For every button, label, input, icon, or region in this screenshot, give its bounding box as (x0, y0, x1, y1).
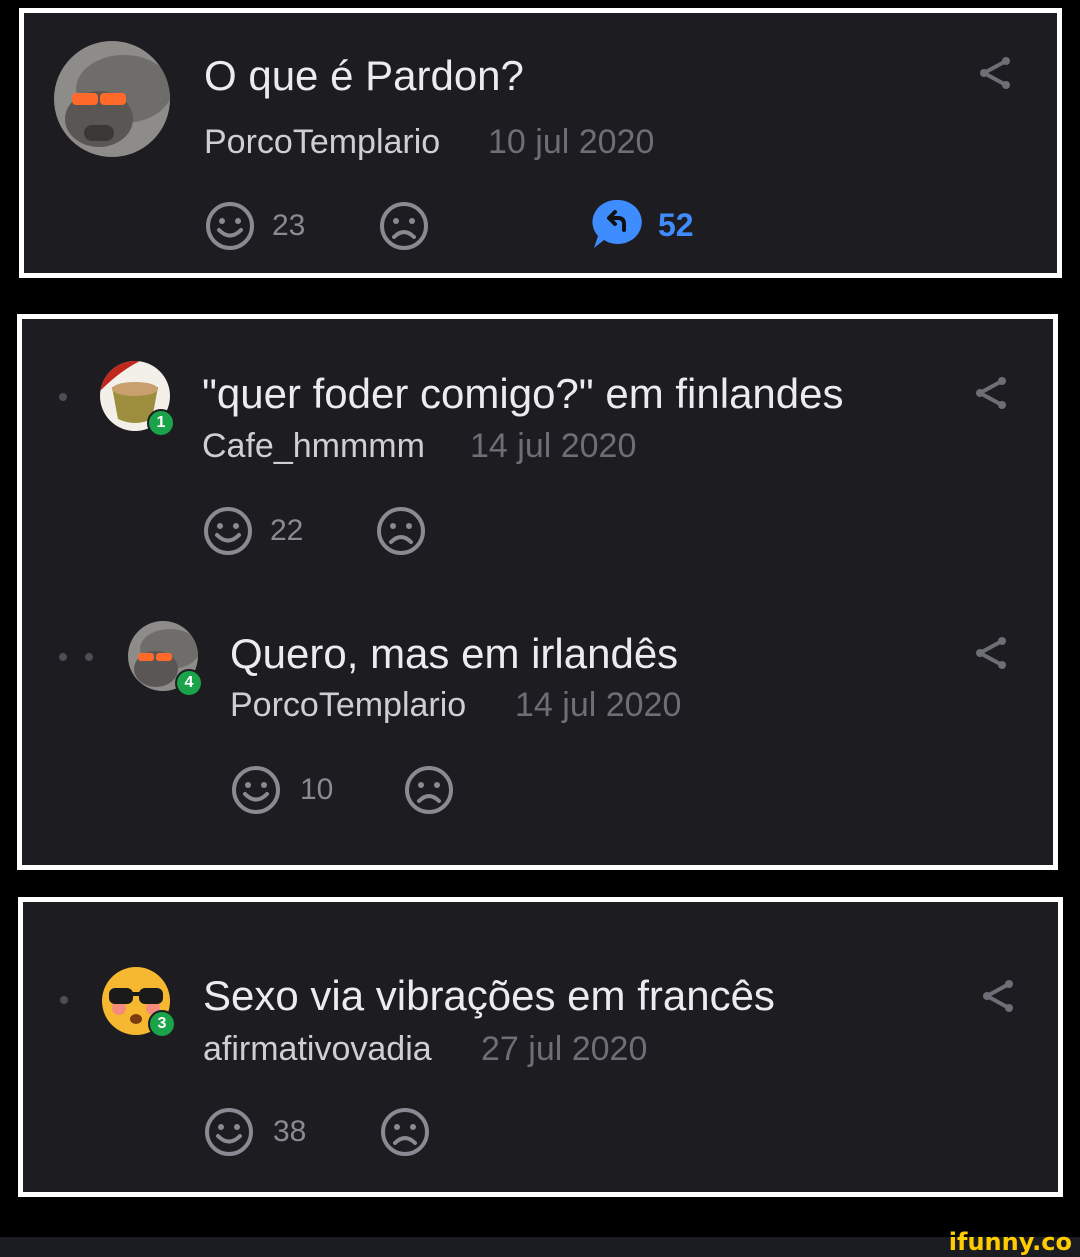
author-name[interactable]: afirmativovadia (203, 1032, 432, 1066)
comment-date: 10 jul 2020 (488, 123, 655, 161)
reply-icon[interactable] (590, 196, 646, 252)
comment-date: 14 jul 2020 (515, 686, 682, 724)
thread-depth-dot (60, 996, 68, 1004)
like-count: 38 (273, 1115, 307, 1148)
comment-date: 14 jul 2020 (470, 427, 637, 465)
comment-title: O que é Pardon? (204, 52, 524, 99)
comment-thread-card: 1 "quer foder comigo?" em finlandes Cafe… (17, 314, 1058, 870)
author-name[interactable]: Cafe_hmmmm (202, 429, 425, 463)
comment-date: 27 jul 2020 (481, 1030, 648, 1068)
comment-title: Sexo via vibrações em francês (203, 972, 775, 1019)
share-icon[interactable] (972, 373, 1012, 413)
comment-title: Quero, mas em irlandês (230, 630, 679, 677)
share-icon[interactable] (976, 53, 1016, 93)
ifunny-watermark: ifunny.co (948, 1228, 1072, 1256)
frown-icon[interactable] (379, 1106, 431, 1158)
reply-count: 52 (658, 207, 694, 243)
smile-icon[interactable] (203, 1106, 255, 1158)
frown-icon[interactable] (403, 764, 455, 816)
share-icon[interactable] (972, 633, 1012, 673)
level-badge: 4 (175, 669, 203, 697)
frown-icon[interactable] (378, 200, 430, 252)
frown-icon[interactable] (375, 505, 427, 557)
level-badge: 3 (148, 1010, 176, 1038)
author-name[interactable]: PorcoTemplario (204, 125, 440, 159)
comment-title: "quer foder comigo?" em finlandes (202, 370, 844, 417)
share-icon[interactable] (979, 976, 1019, 1016)
comment-card: 3 Sexo via vibrações em francês afirmati… (18, 897, 1063, 1197)
comment-card-main: O que é Pardon? PorcoTemplario 10 jul 20… (19, 8, 1062, 278)
like-count: 10 (300, 773, 334, 806)
level-badge: 1 (147, 409, 175, 437)
footer-bar (0, 1237, 1080, 1257)
smile-icon[interactable] (202, 505, 254, 557)
smile-icon[interactable] (204, 200, 256, 252)
like-count: 23 (272, 209, 306, 242)
like-count: 22 (270, 514, 304, 547)
thread-depth-dot (59, 393, 67, 401)
thread-depth-dot (85, 653, 93, 661)
smile-icon[interactable] (230, 764, 282, 816)
thread-depth-dot (59, 653, 67, 661)
author-name[interactable]: PorcoTemplario (230, 688, 466, 722)
avatar[interactable] (54, 41, 170, 157)
